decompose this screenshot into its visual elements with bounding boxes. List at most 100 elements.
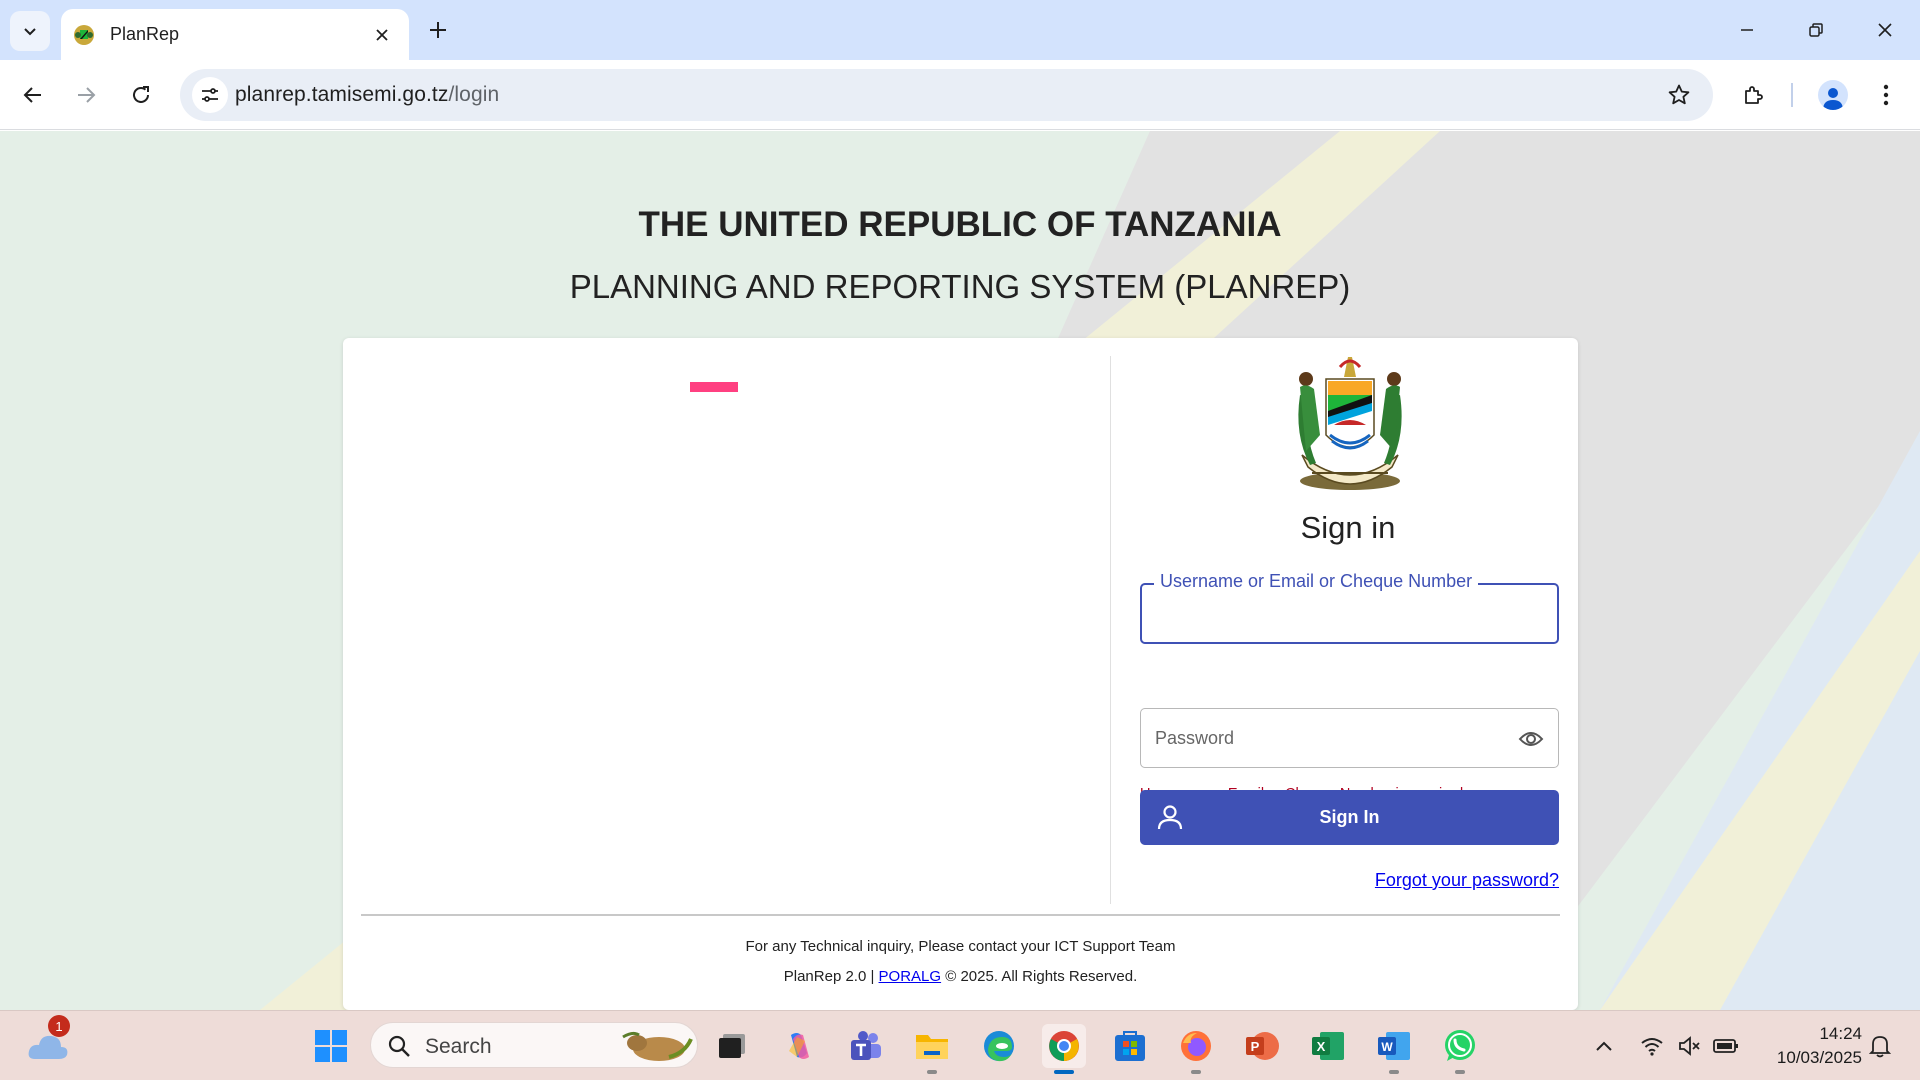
task-view-button[interactable]: [710, 1024, 754, 1068]
active-indicator: [1054, 1070, 1074, 1074]
copilot-button[interactable]: [778, 1024, 822, 1068]
start-icon: [315, 1030, 347, 1062]
browser-tab-bar: PlanRep: [0, 0, 1920, 60]
site-info-button[interactable]: [192, 77, 228, 113]
chrome-button[interactable]: [1042, 1024, 1086, 1074]
clock-date: 10/03/2025: [1776, 1048, 1862, 1067]
login-card: Sign in Username or Email or Cheque Numb…: [343, 338, 1578, 1010]
tab-title: PlanRep: [110, 24, 180, 44]
file-explorer-icon: [916, 1035, 948, 1059]
powerpoint-icon: P: [1246, 1032, 1279, 1060]
person-icon: [1823, 88, 1843, 110]
show-password-toggle[interactable]: [1518, 726, 1544, 752]
running-indicator: [1191, 1070, 1201, 1074]
star-icon: [1668, 84, 1690, 105]
file-explorer-button[interactable]: [910, 1024, 954, 1074]
tune-icon: [202, 88, 218, 102]
arrow-left-icon: [23, 87, 41, 103]
restore-icon: [1809, 23, 1823, 37]
profile-button[interactable]: [1815, 77, 1851, 113]
search-label: Search: [425, 1035, 492, 1058]
poralg-link[interactable]: PORALG: [879, 968, 942, 985]
bookmark-button[interactable]: [1665, 81, 1693, 109]
running-indicator: [1455, 1070, 1465, 1074]
username-label: Username or Email or Cheque Number: [1154, 571, 1479, 592]
extensions-button[interactable]: [1736, 77, 1772, 113]
forgot-password-link[interactable]: Forgot your password?: [1138, 870, 1559, 891]
show-hidden-icons-button[interactable]: [1590, 1032, 1618, 1060]
taskbar-search[interactable]: Search: [370, 1022, 698, 1068]
url-host: planrep.tamisemi.go.tz: [235, 83, 449, 106]
whatsapp-button[interactable]: [1438, 1024, 1482, 1074]
arrow-right-icon: [78, 87, 96, 103]
new-tab-button[interactable]: [424, 16, 452, 44]
copilot-icon: [789, 1033, 809, 1059]
teams-button[interactable]: [844, 1024, 888, 1068]
signin-button-label: Sign In: [1319, 807, 1380, 827]
back-button[interactable]: [15, 77, 51, 113]
volume-button[interactable]: [1676, 1032, 1704, 1060]
support-notice: For any Technical inquiry, Please contac…: [745, 938, 1176, 955]
clock-time: 14:24: [1819, 1024, 1862, 1043]
card-vertical-divider: [1110, 356, 1111, 904]
tab-search-button[interactable]: [10, 11, 50, 51]
username-input[interactable]: [1156, 599, 1496, 629]
svg-text:X: X: [1317, 1039, 1326, 1054]
forward-button[interactable]: [68, 77, 104, 113]
weather-badge: 1: [48, 1015, 70, 1037]
version-text: PlanRep 2.0 |: [783, 968, 875, 985]
copyright-line: PlanRep 2.0 | PORALG © 2025. All Rights …: [343, 968, 1578, 985]
tab-close-button[interactable]: [371, 24, 393, 46]
network-button[interactable]: [1638, 1032, 1666, 1060]
close-window-button[interactable]: [1865, 14, 1905, 46]
login-page: THE UNITED REPUBLIC OF TANZANIA PLANNING…: [0, 131, 1920, 1010]
active-tab[interactable]: PlanRep: [61, 9, 409, 60]
username-field[interactable]: Username or Email or Cheque Number: [1140, 571, 1559, 644]
edge-button[interactable]: [977, 1024, 1021, 1068]
powerpoint-button[interactable]: P: [1240, 1024, 1284, 1068]
teams-icon: [851, 1031, 881, 1060]
address-bar[interactable]: planrep.tamisemi.go.tz/login: [180, 69, 1713, 121]
start-button[interactable]: [309, 1024, 353, 1068]
toolbar-separator: [1791, 83, 1793, 107]
firefox-button[interactable]: [1174, 1024, 1218, 1074]
browser-menu-button[interactable]: [1868, 77, 1904, 113]
password-input[interactable]: [1155, 723, 1495, 753]
password-field[interactable]: [1140, 708, 1559, 768]
word-button[interactable]: W: [1372, 1024, 1416, 1074]
tanzania-coat-of-arms-logo: [1298, 357, 1402, 490]
search-icon: [388, 1035, 410, 1057]
store-icon: [1115, 1031, 1145, 1061]
chevron-up-icon: [1596, 1041, 1612, 1051]
whatsapp-icon: [1445, 1030, 1475, 1061]
system-clock[interactable]: 14:24 10/03/2025: [1752, 1022, 1862, 1070]
weather-widget[interactable]: 1: [26, 1015, 70, 1068]
reload-button[interactable]: [123, 77, 159, 113]
puzzle-icon: [1745, 86, 1763, 104]
battery-button[interactable]: [1712, 1032, 1740, 1060]
close-icon: [1878, 23, 1892, 37]
speaker-muted-icon: [1679, 1036, 1700, 1056]
signin-title: Sign in: [1300, 510, 1396, 545]
restore-button[interactable]: [1796, 14, 1836, 46]
windows-taskbar: 1 Search P X W 14:24 10/03/2025: [0, 1010, 1920, 1080]
notifications-button[interactable]: [1866, 1032, 1894, 1060]
signin-button[interactable]: Sign In: [1140, 790, 1559, 845]
url-path: /login: [448, 83, 500, 106]
search-highlight-icon: [622, 1031, 693, 1061]
svg-text:P: P: [1251, 1039, 1260, 1054]
chevron-down-icon: [24, 28, 36, 36]
plus-icon: [430, 22, 446, 38]
excel-button[interactable]: X: [1306, 1024, 1350, 1068]
system-heading: PLANNING AND REPORTING SYSTEM (PLANREP): [569, 268, 1351, 305]
minimize-button[interactable]: [1727, 14, 1767, 46]
store-button[interactable]: [1108, 1024, 1152, 1068]
svg-text:W: W: [1381, 1040, 1393, 1054]
task-view-icon: [719, 1034, 745, 1058]
url-text: planrep.tamisemi.go.tz/login: [235, 83, 499, 107]
battery-icon: [1713, 1039, 1738, 1053]
minimize-icon: [1741, 29, 1753, 31]
running-indicator: [927, 1070, 937, 1074]
more-vertical-icon: [1883, 84, 1889, 106]
tanzania-coat-of-arms-favicon-icon: [74, 24, 94, 45]
